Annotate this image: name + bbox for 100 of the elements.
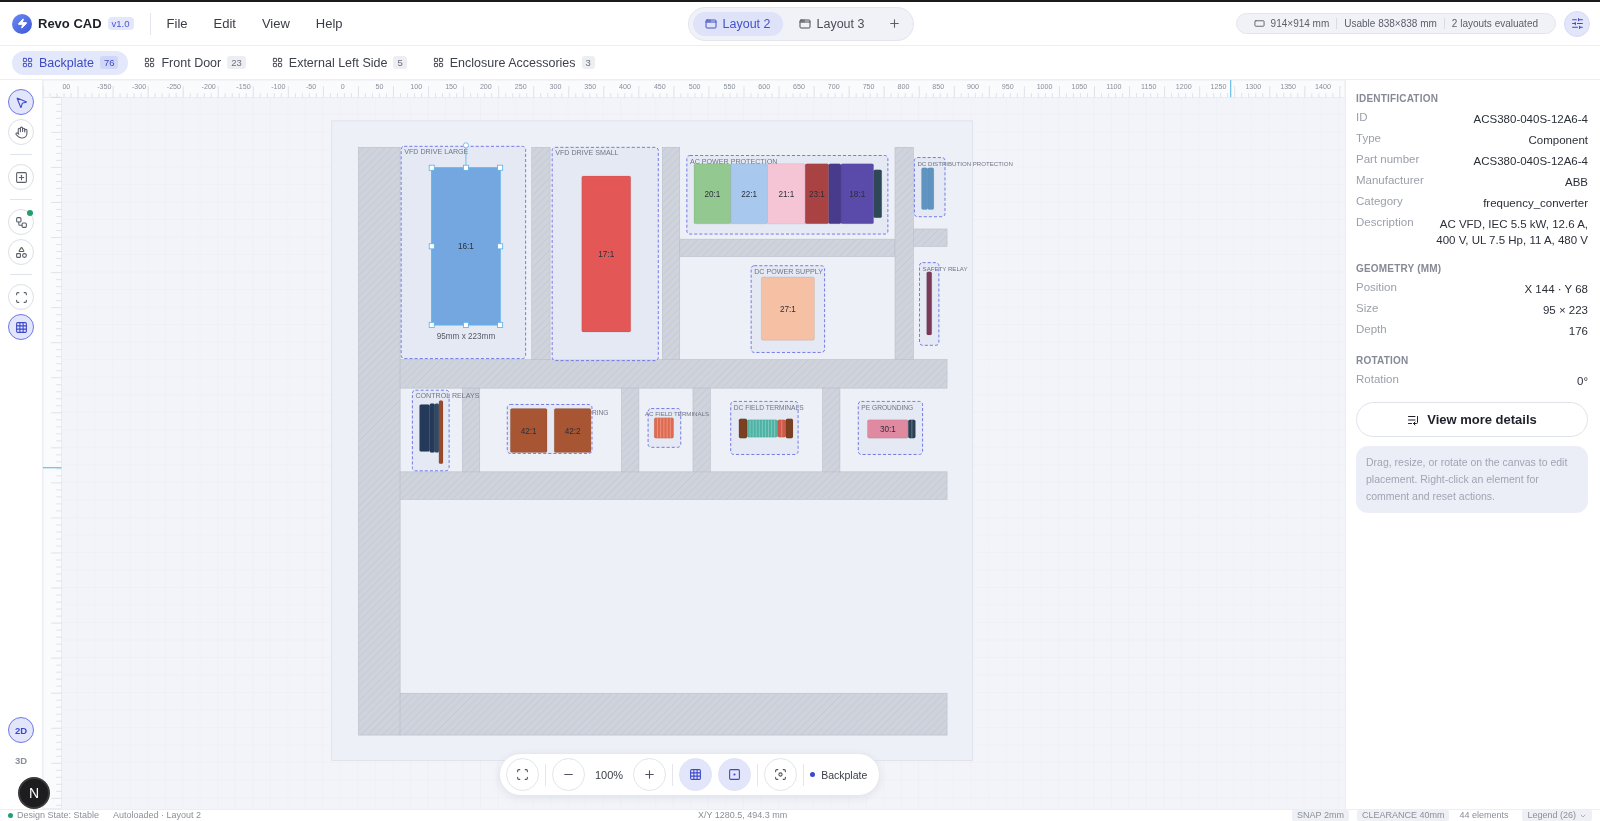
- property-value: AC VFD, IEC 5.5 kW, 12.6 A, 400 V, UL 7.5 Hp, 11 A, 480 V: [1435, 217, 1588, 249]
- component-block[interactable]: 16:1: [431, 167, 501, 326]
- design-state: Design State: Stable: [17, 810, 100, 821]
- ruler-label: 1050: [1071, 83, 1088, 92]
- ruler-label: 50: [375, 83, 384, 92]
- cursor-marker: [1230, 80, 1232, 98]
- view-tab[interactable]: Front Door 23: [134, 50, 256, 75]
- layout-tab[interactable]: Layout 3: [786, 11, 877, 36]
- group-label: VFD DRIVE SMALL: [555, 149, 619, 158]
- grid-icon: [271, 57, 283, 68]
- ruler-label: -150: [236, 83, 251, 92]
- property-value: Component: [1528, 133, 1588, 148]
- view-count: 23: [227, 56, 246, 69]
- settings-icon: [1570, 17, 1584, 30]
- layouts-evaluated: 2 layouts evaluated: [1443, 18, 1545, 29]
- node-graph-icon: [14, 215, 28, 229]
- property-value: X 144 · Y 68: [1524, 282, 1588, 298]
- pointer-icon: [14, 95, 28, 109]
- property-label: Category: [1356, 195, 1403, 207]
- add-tool[interactable]: [8, 164, 34, 190]
- rectangle-icon: [1253, 18, 1265, 29]
- section-title: GEOMETRY (MM): [1356, 263, 1443, 275]
- section-title: IDENTIFICATION: [1356, 93, 1440, 104]
- app-name: Revo CAD: [38, 16, 102, 31]
- property-value: 95 × 223: [1542, 303, 1588, 319]
- component-bar[interactable]: [738, 418, 748, 439]
- component-bar[interactable]: [828, 163, 842, 225]
- ruler-label: 1250: [1210, 83, 1227, 92]
- component-bar[interactable]: [908, 419, 916, 439]
- view-tab[interactable]: Enclosure Accessories 3: [422, 50, 605, 75]
- view-mode-button[interactable]: 2D: [8, 717, 34, 743]
- ruler-label: -50: [305, 83, 317, 92]
- property-value: ACS380-040S-12A6-4: [1473, 154, 1588, 169]
- component-block[interactable]: 20:1: [693, 163, 731, 225]
- focus-button[interactable]: [764, 758, 798, 791]
- snap-icon: [728, 768, 742, 781]
- ruler-label: 300: [549, 83, 562, 92]
- grid-icon: [689, 768, 703, 781]
- component-bar[interactable]: [777, 419, 787, 438]
- select-tool[interactable]: [8, 89, 34, 115]
- component-bar[interactable]: [785, 418, 794, 439]
- component-block[interactable]: 27:1: [761, 276, 815, 341]
- component-block[interactable]: 17:1: [581, 175, 631, 333]
- dimension-label: 95mm x 223mm: [436, 332, 496, 342]
- version-badge: v1.0: [107, 17, 134, 30]
- ruler-label: 1350: [1280, 83, 1297, 92]
- component-bar[interactable]: [746, 419, 778, 438]
- grid-tool[interactable]: [8, 314, 34, 340]
- active-layer: Backplate: [821, 768, 868, 781]
- group-outline[interactable]: [857, 400, 923, 455]
- component-block[interactable]: 21:1: [767, 163, 806, 225]
- setting-chip: SNAP 2mm: [1292, 810, 1349, 821]
- component-block[interactable]: 30:1: [867, 419, 909, 439]
- parts-tool[interactable]: [8, 239, 34, 265]
- group-outline[interactable]: [686, 155, 889, 235]
- settings-button[interactable]: [1564, 10, 1590, 37]
- property-label: Depth: [1356, 323, 1387, 336]
- view-count: 5: [393, 56, 407, 69]
- autoload-status: Autoloaded · Layout 2: [113, 810, 202, 821]
- grid-toggle[interactable]: [679, 758, 713, 791]
- view-tab[interactable]: Backplate 76: [12, 50, 129, 75]
- property-value: ABB: [1565, 175, 1588, 190]
- menu-item[interactable]: View: [261, 16, 290, 31]
- ruler-label: 950: [1001, 83, 1014, 92]
- menu-item[interactable]: Help: [315, 16, 343, 31]
- property-label: Position: [1356, 281, 1397, 294]
- grid-icon: [144, 57, 156, 68]
- ruler-label: 450: [653, 83, 666, 92]
- property-value: frequency_converter: [1483, 196, 1588, 211]
- snap-toggle[interactable]: [718, 758, 752, 791]
- setting-chip: CLEARANCE 40mm: [1356, 810, 1450, 821]
- notification-dot: [27, 210, 33, 216]
- shapes-icon: [14, 245, 28, 259]
- ruler-label: 1150: [1141, 83, 1157, 92]
- ruler-label: 100: [410, 83, 423, 92]
- property-label: Manufacturer: [1356, 174, 1424, 186]
- component-bar[interactable]: [873, 169, 882, 218]
- app-logo: [12, 13, 32, 34]
- ruler-label: 550: [723, 83, 736, 92]
- component-bar[interactable]: [429, 403, 436, 453]
- property-label: Size: [1356, 302, 1379, 315]
- component-bar[interactable]: [438, 400, 444, 464]
- graph-tool[interactable]: [8, 209, 34, 235]
- ruler-label: 00: [62, 83, 71, 92]
- menu-item[interactable]: Edit: [213, 16, 236, 31]
- component-block[interactable]: 22:1: [730, 163, 768, 225]
- view-tab[interactable]: External Left Side 5: [261, 50, 417, 75]
- fit-tool[interactable]: [8, 284, 34, 310]
- component-bar[interactable]: [926, 271, 932, 336]
- menu-item[interactable]: File: [166, 16, 188, 31]
- layout-tab[interactable]: Layout 2: [692, 11, 783, 36]
- pan-tool[interactable]: [8, 119, 34, 145]
- view-details-button[interactable]: View more details: [1356, 402, 1588, 438]
- ruler-label: 700: [827, 83, 840, 92]
- group-outline[interactable]: [411, 389, 450, 472]
- hand-icon: [14, 125, 28, 139]
- ruler-label: 1100: [1106, 83, 1122, 92]
- dev-badge[interactable]: N: [18, 777, 50, 809]
- property-label: Type: [1356, 132, 1381, 144]
- ruler-label: 250: [514, 83, 527, 92]
